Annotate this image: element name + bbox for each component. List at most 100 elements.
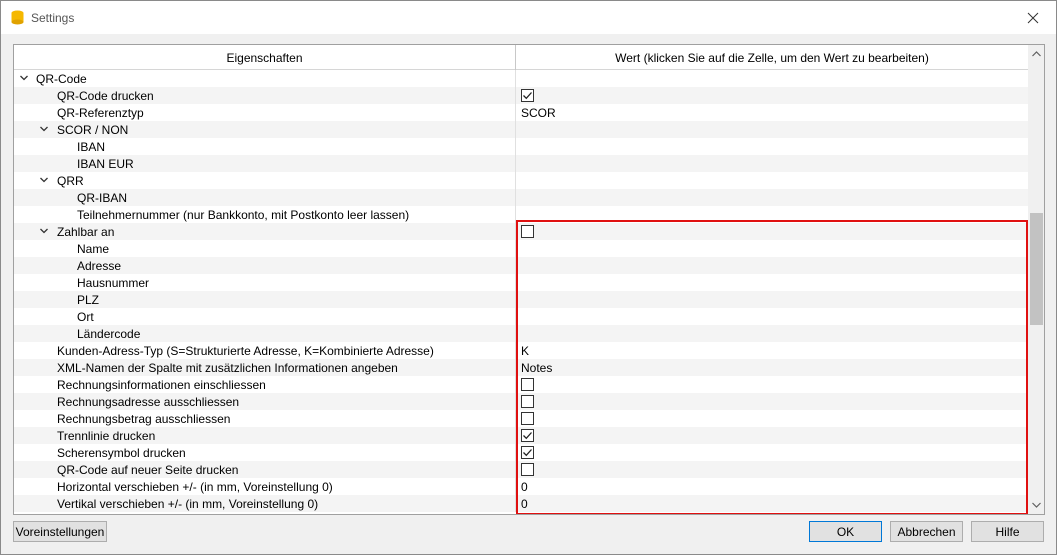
grid-row[interactable]: QR-IBAN — [14, 189, 1028, 206]
scroll-up-icon[interactable] — [1032, 51, 1041, 57]
grid-row[interactable]: QR-Code — [14, 70, 1028, 87]
grid-row[interactable]: Name — [14, 240, 1028, 257]
property-cell[interactable]: SCOR / NON — [14, 121, 516, 138]
value-cell[interactable] — [516, 172, 1028, 189]
value-cell[interactable] — [516, 274, 1028, 291]
value-cell[interactable] — [516, 206, 1028, 223]
grid-row[interactable]: Horizontal verschieben +/- (in mm, Vorei… — [14, 478, 1028, 495]
grid-row[interactable]: Ländercode — [14, 325, 1028, 342]
value-cell[interactable] — [516, 121, 1028, 138]
grid-row[interactable]: SCOR / NON — [14, 121, 1028, 138]
property-cell[interactable]: QR-Code — [14, 70, 516, 87]
grid-row[interactable]: Ort — [14, 308, 1028, 325]
header-properties[interactable]: Eigenschaften — [14, 45, 516, 70]
property-cell[interactable]: Rechnungsinformationen einschliessen — [14, 376, 516, 393]
value-cell[interactable] — [516, 240, 1028, 257]
value-cell[interactable] — [516, 155, 1028, 172]
property-cell[interactable]: IBAN — [14, 138, 516, 155]
grid-row[interactable]: IBAN EUR — [14, 155, 1028, 172]
grid-row[interactable]: Rechnungsbetrag ausschliessen — [14, 410, 1028, 427]
grid-row[interactable]: Vertikal verschieben +/- (in mm, Voreins… — [14, 495, 1028, 512]
property-cell[interactable]: Adresse — [14, 257, 516, 274]
property-cell[interactable]: Zahlbar an — [14, 223, 516, 240]
value-cell[interactable] — [516, 257, 1028, 274]
grid-row[interactable]: Scherensymbol drucken — [14, 444, 1028, 461]
value-cell[interactable] — [516, 444, 1028, 461]
grid-row[interactable]: Adresse — [14, 257, 1028, 274]
property-cell[interactable]: Vertikal verschieben +/- (in mm, Voreins… — [14, 495, 516, 512]
checkbox[interactable] — [521, 225, 534, 238]
help-button[interactable]: Hilfe — [971, 521, 1044, 542]
value-cell[interactable] — [516, 70, 1028, 87]
vertical-scrollbar[interactable] — [1028, 45, 1044, 514]
checkbox-checked[interactable] — [521, 89, 534, 102]
checkbox-checked[interactable] — [521, 429, 534, 442]
value-cell[interactable] — [516, 189, 1028, 206]
grid-row[interactable]: QR-Referenztyp SCOR — [14, 104, 1028, 121]
property-cell[interactable]: Horizontal verschieben +/- (in mm, Vorei… — [14, 478, 516, 495]
grid-row[interactable]: QR-Code auf neuer Seite drucken — [14, 461, 1028, 478]
scrollbar-thumb[interactable] — [1030, 213, 1043, 325]
chevron-down-icon[interactable] — [39, 175, 49, 185]
value-cell[interactable]: 0 — [516, 495, 1028, 512]
header-value[interactable]: Wert (klicken Sie auf die Zelle, um den … — [516, 45, 1028, 70]
checkbox-checked[interactable] — [521, 446, 534, 459]
cancel-button[interactable]: Abbrechen — [890, 521, 963, 542]
checkbox[interactable] — [521, 378, 534, 391]
grid-row[interactable]: QRR — [14, 172, 1028, 189]
property-cell[interactable]: Teilnehmernummer (nur Bankkonto, mit Pos… — [14, 206, 516, 223]
grid-row[interactable]: QR-Code drucken — [14, 87, 1028, 104]
property-cell[interactable]: Rechnungsadresse ausschliessen — [14, 393, 516, 410]
value-cell[interactable] — [516, 223, 1028, 240]
chevron-down-icon[interactable] — [19, 73, 29, 83]
close-button[interactable] — [1010, 1, 1056, 34]
grid-row[interactable]: Trennlinie drucken — [14, 427, 1028, 444]
property-cell[interactable]: QR-Code drucken — [14, 87, 516, 104]
property-cell[interactable]: QRR — [14, 172, 516, 189]
value-cell[interactable]: 0 — [516, 478, 1028, 495]
value-cell[interactable] — [516, 308, 1028, 325]
value-cell[interactable] — [516, 325, 1028, 342]
property-cell[interactable]: IBAN EUR — [14, 155, 516, 172]
property-cell[interactable]: QR-IBAN — [14, 189, 516, 206]
grid-row[interactable]: XML-Namen der Spalte mit zusätzlichen In… — [14, 359, 1028, 376]
value-cell[interactable] — [516, 138, 1028, 155]
ok-button[interactable]: OK — [809, 521, 882, 542]
value-cell[interactable] — [516, 393, 1028, 410]
property-cell[interactable]: Name — [14, 240, 516, 257]
checkbox[interactable] — [521, 463, 534, 476]
property-cell[interactable]: QR-Referenztyp — [14, 104, 516, 121]
property-grid[interactable]: Eigenschaften Wert (klicken Sie auf die … — [13, 44, 1045, 515]
value-cell[interactable] — [516, 87, 1028, 104]
chevron-down-icon[interactable] — [39, 226, 49, 236]
checkbox[interactable] — [521, 395, 534, 408]
value-cell[interactable]: Notes — [516, 359, 1028, 376]
value-cell[interactable] — [516, 410, 1028, 427]
grid-row[interactable]: Kunden-Adress-Typ (S=Strukturierte Adres… — [14, 342, 1028, 359]
grid-row[interactable]: Hausnummer — [14, 274, 1028, 291]
property-cell[interactable]: PLZ — [14, 291, 516, 308]
property-cell[interactable]: Kunden-Adress-Typ (S=Strukturierte Adres… — [14, 342, 516, 359]
property-cell[interactable]: Ländercode — [14, 325, 516, 342]
grid-row[interactable]: Teilnehmernummer (nur Bankkonto, mit Pos… — [14, 206, 1028, 223]
property-cell[interactable]: Scherensymbol drucken — [14, 444, 516, 461]
grid-row[interactable]: Zahlbar an — [14, 223, 1028, 240]
value-cell[interactable]: K — [516, 342, 1028, 359]
property-cell[interactable]: Rechnungsbetrag ausschliessen — [14, 410, 516, 427]
grid-row[interactable]: Rechnungsinformationen einschliessen — [14, 376, 1028, 393]
value-cell[interactable] — [516, 427, 1028, 444]
chevron-down-icon[interactable] — [39, 124, 49, 134]
value-cell[interactable]: SCOR — [516, 104, 1028, 121]
property-cell[interactable]: Ort — [14, 308, 516, 325]
scroll-down-icon[interactable] — [1032, 502, 1041, 508]
defaults-button[interactable]: Voreinstellungen — [13, 521, 107, 542]
value-cell[interactable] — [516, 291, 1028, 308]
value-cell[interactable] — [516, 461, 1028, 478]
property-cell[interactable]: Trennlinie drucken — [14, 427, 516, 444]
grid-row[interactable]: IBAN — [14, 138, 1028, 155]
property-cell[interactable]: QR-Code auf neuer Seite drucken — [14, 461, 516, 478]
checkbox[interactable] — [521, 412, 534, 425]
grid-row[interactable]: Rechnungsadresse ausschliessen — [14, 393, 1028, 410]
property-cell[interactable]: XML-Namen der Spalte mit zusätzlichen In… — [14, 359, 516, 376]
property-cell[interactable]: Hausnummer — [14, 274, 516, 291]
